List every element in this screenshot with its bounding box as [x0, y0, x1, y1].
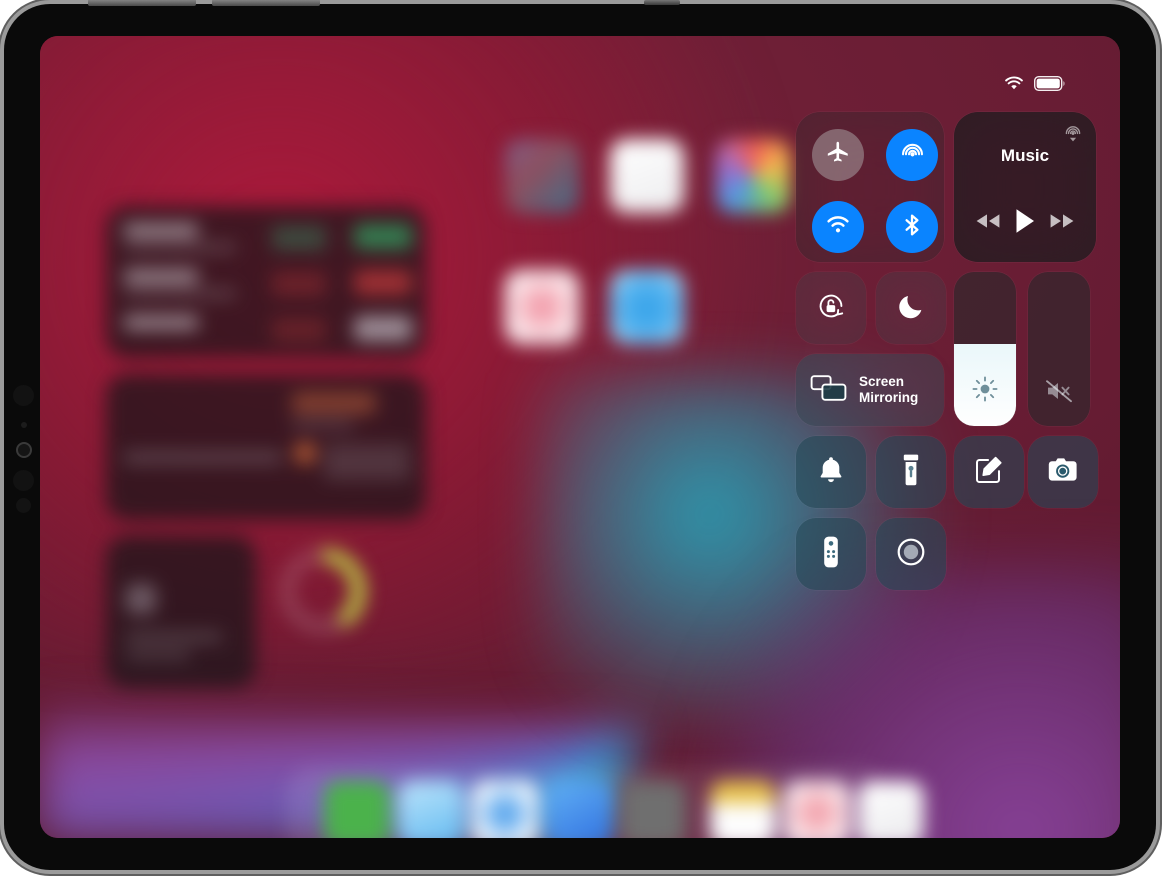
- apple-tv-remote-button[interactable]: [796, 518, 866, 590]
- widget-badge: [292, 392, 376, 414]
- rewind-icon[interactable]: [975, 213, 1001, 229]
- power-button[interactable]: [644, 0, 680, 5]
- note-pencil-icon: [973, 454, 1005, 491]
- volume-slider[interactable]: [1028, 272, 1090, 426]
- dock-icon-8[interactable]: [858, 781, 924, 838]
- volume-down-button[interactable]: [212, 0, 320, 6]
- rotation-lock-icon: [814, 289, 848, 328]
- stocks-widget[interactable]: [106, 206, 426, 358]
- app-icon-1[interactable]: [505, 139, 579, 213]
- row-sparkline: [272, 226, 326, 250]
- row-symbol: [124, 224, 198, 237]
- widget-row: [124, 314, 412, 354]
- remote-icon: [822, 535, 840, 574]
- volume-up-button[interactable]: [88, 0, 196, 6]
- app-icon-2[interactable]: [610, 139, 684, 213]
- screen-mirroring-label-line2: Mirroring: [859, 390, 919, 405]
- brightness-slider[interactable]: [954, 272, 1016, 426]
- dock-icon-7[interactable]: [784, 781, 850, 838]
- bluetooth-icon: [899, 212, 925, 243]
- front-camera-icon: [16, 442, 32, 458]
- rotation-lock-button[interactable]: [796, 272, 866, 344]
- screen-mirroring-label-line1: Screen: [859, 374, 905, 390]
- widget-label: [124, 452, 282, 463]
- flashlight-button[interactable]: [876, 436, 946, 508]
- row-change-pill: [354, 224, 412, 249]
- row-name: [124, 243, 236, 252]
- status-bar: [1004, 76, 1066, 91]
- airplay-audio-icon[interactable]: [1062, 122, 1084, 149]
- row-symbol: [124, 270, 198, 283]
- screen-mirroring-icon: [810, 373, 848, 408]
- wifi-icon: [824, 214, 852, 240]
- row-sparkline: [272, 272, 326, 296]
- control-center: Music Screen Mirroring: [796, 112, 1098, 590]
- brightness-icon: [954, 374, 1016, 404]
- widget-line: [126, 632, 222, 642]
- battery-widget-ring: [280, 548, 366, 634]
- record-icon: [894, 535, 928, 574]
- fast-forward-icon[interactable]: [1049, 213, 1075, 229]
- widget-line: [126, 650, 190, 660]
- small-widget[interactable]: [106, 536, 256, 688]
- row-name: [124, 289, 236, 298]
- airplane-icon: [825, 140, 851, 171]
- wifi-icon: [1004, 76, 1024, 91]
- airplane-mode-button[interactable]: [812, 129, 864, 181]
- airdrop-icon: [899, 139, 926, 171]
- sensor-icon-3: [16, 498, 31, 513]
- widget-subtext: [292, 420, 354, 429]
- row-change-pill: [354, 270, 412, 295]
- ipad-screen: Music Screen Mirroring: [40, 36, 1120, 838]
- music-controls: [954, 208, 1096, 234]
- app-icon-5[interactable]: [610, 270, 684, 344]
- dock-icon-2[interactable]: [398, 781, 464, 838]
- app-icon-3[interactable]: [716, 139, 790, 213]
- widget-row: [124, 268, 412, 308]
- camera-button[interactable]: [1028, 436, 1098, 508]
- device-frame: Music Screen Mirroring: [4, 0, 1156, 870]
- do-not-disturb-button[interactable]: [876, 272, 946, 344]
- widget-row: [124, 222, 412, 262]
- screen-mirroring-button[interactable]: Screen Mirroring: [796, 354, 944, 426]
- dock-icon-4[interactable]: [546, 781, 612, 838]
- alarm-button[interactable]: [796, 436, 866, 508]
- row-change-pill: [354, 316, 412, 341]
- music-widget[interactable]: Music: [954, 112, 1096, 262]
- sensor-icon: [13, 385, 34, 406]
- sensor-icon-2: [13, 470, 34, 491]
- notes-button[interactable]: [954, 436, 1024, 508]
- speaker-mute-icon: [1028, 378, 1090, 404]
- app-icon-4[interactable]: [505, 270, 579, 344]
- widget-glyph: [126, 584, 156, 614]
- dock-icon-1[interactable]: [324, 781, 390, 838]
- row-symbol: [124, 316, 198, 329]
- moon-icon: [896, 291, 926, 326]
- wifi-button[interactable]: [812, 201, 864, 253]
- widget-bars: [324, 444, 410, 480]
- sensor-small-icon: [21, 422, 27, 428]
- screen-mirroring-label: Screen Mirroring: [859, 374, 918, 406]
- screen-recording-button[interactable]: [876, 518, 946, 590]
- music-title: Music: [1000, 146, 1050, 165]
- camera-icon: [1046, 456, 1080, 489]
- weather-widget[interactable]: [106, 374, 426, 520]
- row-sparkline: [272, 318, 326, 342]
- bell-icon: [817, 455, 845, 490]
- widget-sun-icon: [294, 442, 316, 464]
- battery-full-icon: [1034, 76, 1066, 91]
- connectivity-group: [796, 112, 944, 262]
- dock-icon-6[interactable]: [710, 781, 776, 838]
- flashlight-icon: [902, 453, 920, 492]
- dock-icon-3[interactable]: [472, 781, 538, 838]
- dock-icon-5[interactable]: [620, 781, 686, 838]
- airdrop-button[interactable]: [886, 129, 938, 181]
- play-icon[interactable]: [1014, 208, 1036, 234]
- bluetooth-button[interactable]: [886, 201, 938, 253]
